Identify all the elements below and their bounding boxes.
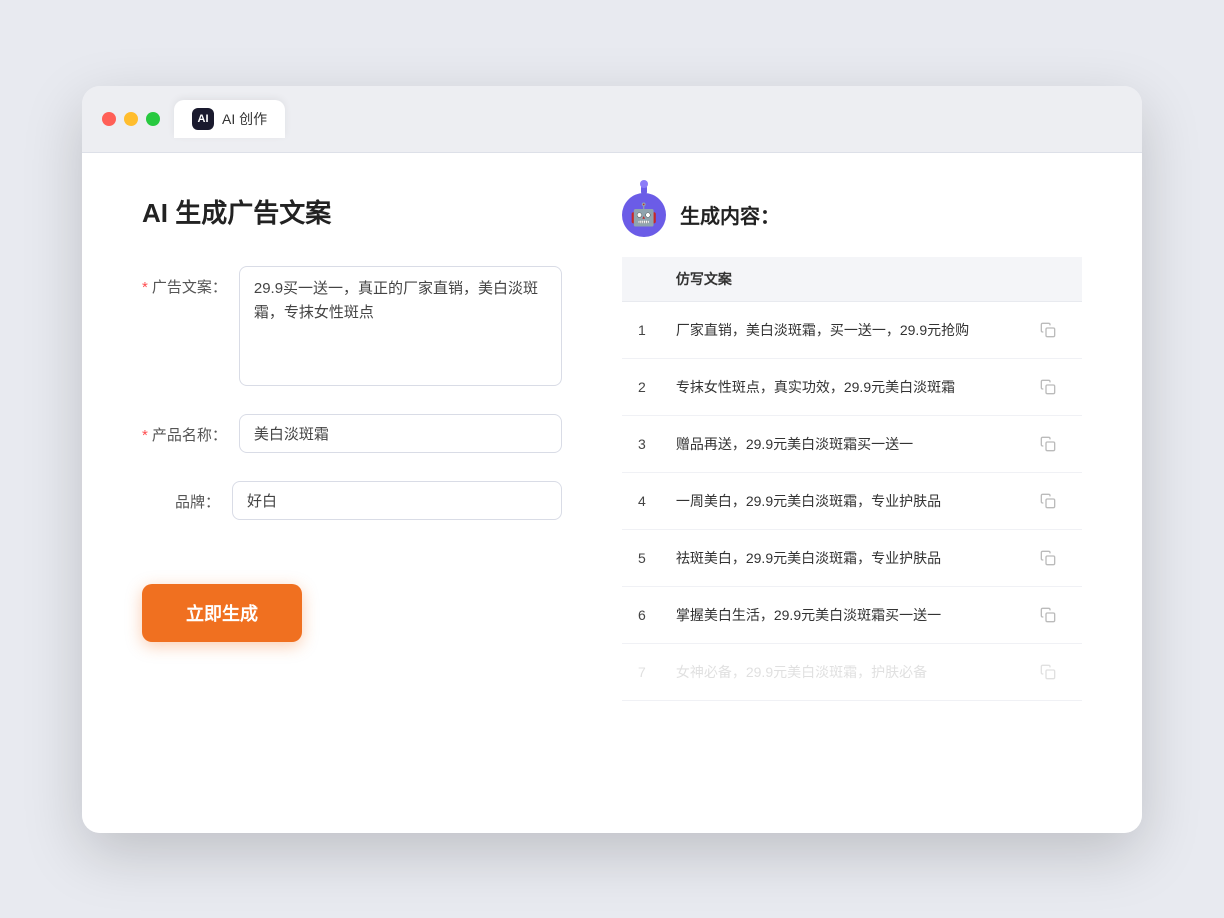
result-text: 厂家直销，美白淡斑霜，买一送一，29.9元抢购 xyxy=(662,301,1020,358)
ad-copy-label: *广告文案： xyxy=(142,266,239,297)
col-text: 仿写文案 xyxy=(662,257,1020,302)
copy-icon[interactable] xyxy=(1034,544,1062,572)
copy-icon[interactable] xyxy=(1034,430,1062,458)
copy-cell xyxy=(1020,529,1082,586)
copy-cell xyxy=(1020,301,1082,358)
tab-label: AI 创作 xyxy=(222,109,267,129)
result-text: 赠品再送，29.9元美白淡斑霜买一送一 xyxy=(662,415,1020,472)
row-number: 4 xyxy=(622,472,662,529)
result-text: 掌握美白生活，29.9元美白淡斑霜买一送一 xyxy=(662,586,1020,643)
table-header-row: 仿写文案 xyxy=(622,257,1082,302)
row-number: 7 xyxy=(622,643,662,700)
right-header: 🤖 生成内容： xyxy=(622,193,1082,237)
copy-icon[interactable] xyxy=(1034,658,1062,686)
result-text: 祛斑美白，29.9元美白淡斑霜，专业护肤品 xyxy=(662,529,1020,586)
browser-content: AI 生成广告文案 *广告文案： *产品名称： 品牌： 立 xyxy=(82,153,1142,833)
table-row: 5祛斑美白，29.9元美白淡斑霜，专业护肤品 xyxy=(622,529,1082,586)
table-row: 7女神必备，29.9元美白淡斑霜，护肤必备 xyxy=(622,643,1082,700)
copy-icon[interactable] xyxy=(1034,373,1062,401)
result-text: 女神必备，29.9元美白淡斑霜，护肤必备 xyxy=(662,643,1020,700)
row-number: 3 xyxy=(622,415,662,472)
required-mark-2: * xyxy=(142,427,148,444)
robot-antenna xyxy=(641,185,647,195)
brand-input[interactable] xyxy=(232,481,562,520)
right-panel-title: 生成内容： xyxy=(680,200,780,229)
brand-label: 品牌： xyxy=(142,481,232,512)
copy-cell xyxy=(1020,586,1082,643)
right-panel: 🤖 生成内容： 仿写文案 1厂家直销，美白淡斑霜，买一送一，29.9元抢购2专抹… xyxy=(622,193,1082,783)
close-button[interactable] xyxy=(102,112,116,126)
results-table: 仿写文案 1厂家直销，美白淡斑霜，买一送一，29.9元抢购2专抹女性斑点，真实功… xyxy=(622,257,1082,701)
copy-icon[interactable] xyxy=(1034,601,1062,629)
ad-copy-row: *广告文案： xyxy=(142,266,562,386)
minimize-button[interactable] xyxy=(124,112,138,126)
product-name-input[interactable] xyxy=(239,414,562,453)
col-number xyxy=(622,257,662,302)
copy-cell xyxy=(1020,643,1082,700)
row-number: 1 xyxy=(622,301,662,358)
product-name-row: *产品名称： xyxy=(142,414,562,453)
result-text: 专抹女性斑点，真实功效，29.9元美白淡斑霜 xyxy=(662,358,1020,415)
copy-cell xyxy=(1020,358,1082,415)
table-row: 3赠品再送，29.9元美白淡斑霜买一送一 xyxy=(622,415,1082,472)
copy-icon[interactable] xyxy=(1034,316,1062,344)
browser-window: AI AI 创作 AI 生成广告文案 *广告文案： *产品名称： xyxy=(82,86,1142,833)
required-mark: * xyxy=(142,279,148,296)
table-row: 2专抹女性斑点，真实功效，29.9元美白淡斑霜 xyxy=(622,358,1082,415)
row-number: 5 xyxy=(622,529,662,586)
page-title: AI 生成广告文案 xyxy=(142,193,562,230)
table-row: 4一周美白，29.9元美白淡斑霜，专业护肤品 xyxy=(622,472,1082,529)
copy-cell xyxy=(1020,415,1082,472)
product-name-label: *产品名称： xyxy=(142,414,239,445)
col-action xyxy=(1020,257,1082,302)
maximize-button[interactable] xyxy=(146,112,160,126)
browser-titlebar: AI AI 创作 xyxy=(82,86,1142,153)
tab-icon-text: AI xyxy=(198,113,209,125)
brand-row: 品牌： xyxy=(142,481,562,520)
row-number: 6 xyxy=(622,586,662,643)
ad-copy-textarea[interactable] xyxy=(239,266,562,386)
generate-button[interactable]: 立即生成 xyxy=(142,584,302,642)
row-number: 2 xyxy=(622,358,662,415)
tab-icon: AI xyxy=(192,108,214,130)
browser-tab[interactable]: AI AI 创作 xyxy=(174,100,285,138)
robot-icon: 🤖 xyxy=(622,193,666,237)
copy-icon[interactable] xyxy=(1034,487,1062,515)
table-row: 1厂家直销，美白淡斑霜，买一送一，29.9元抢购 xyxy=(622,301,1082,358)
left-panel: AI 生成广告文案 *广告文案： *产品名称： 品牌： 立 xyxy=(142,193,562,783)
table-row: 6掌握美白生活，29.9元美白淡斑霜买一送一 xyxy=(622,586,1082,643)
result-text: 一周美白，29.9元美白淡斑霜，专业护肤品 xyxy=(662,472,1020,529)
traffic-lights xyxy=(102,112,160,126)
copy-cell xyxy=(1020,472,1082,529)
